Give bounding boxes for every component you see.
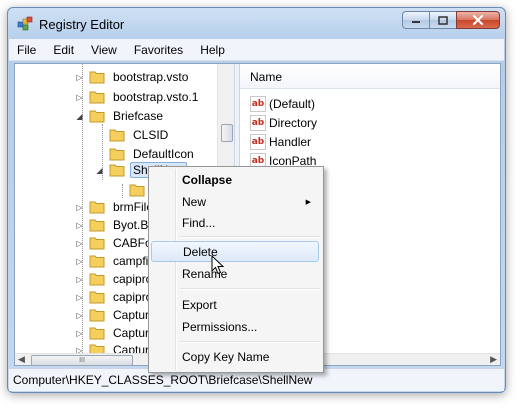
value-name: (Default) <box>269 96 316 111</box>
menu-item-copy-key-name[interactable]: Copy Key Name <box>151 346 319 367</box>
menu-item-new[interactable]: New ▶ <box>151 191 319 212</box>
close-button[interactable] <box>456 11 500 29</box>
value-row[interactable]: ab (Default) <box>250 94 315 113</box>
menu-help[interactable]: Help <box>192 43 234 57</box>
collapse-arrow-icon[interactable]: ◢ <box>95 166 104 175</box>
expand-arrow-icon[interactable]: ▷ <box>75 311 84 320</box>
value-row[interactable]: ab Directory <box>250 113 317 132</box>
minimize-icon <box>412 21 420 23</box>
value-name: Directory <box>269 115 318 130</box>
folder-icon <box>109 147 125 161</box>
expand-arrow-icon[interactable]: ▷ <box>75 239 84 248</box>
tree-item[interactable]: ▷ bootstrap.vsto <box>75 67 191 87</box>
folder-icon <box>89 218 105 232</box>
tree-scroll-thumb[interactable] <box>221 124 233 142</box>
expand-arrow-icon[interactable]: ▷ <box>75 275 84 284</box>
status-path: Computer\HKEY_CLASSES_ROOT\Briefcase\She… <box>13 373 313 387</box>
tree-item-label: Briefcase <box>113 109 164 123</box>
menu-item-collapse[interactable]: Collapse <box>151 169 319 190</box>
folder-icon <box>109 128 125 142</box>
tree-item-label: bootstrap.vsto.1 <box>113 90 199 104</box>
menu-item-permissions[interactable]: Permissions... <box>151 316 319 337</box>
expand-arrow-icon[interactable]: ▷ <box>75 73 84 82</box>
expand-arrow-icon[interactable]: ▷ <box>75 221 84 230</box>
folder-icon <box>89 200 105 214</box>
folder-icon <box>89 326 105 340</box>
tree-item-label: CLSID <box>133 128 169 142</box>
expand-arrow-icon[interactable]: ▷ <box>75 203 84 212</box>
registry-editor-icon <box>17 16 33 31</box>
folder-icon <box>89 109 105 123</box>
title-bar[interactable]: Registry Editor <box>8 8 505 38</box>
menu-separator <box>180 341 320 343</box>
tree-hscroll-thumb[interactable]: III <box>31 355 133 366</box>
string-value-icon: ab <box>250 133 266 150</box>
menu-item-rename[interactable]: Rename <box>151 263 319 284</box>
maximize-icon <box>438 15 448 25</box>
tree-item[interactable]: ◢ Briefcase <box>75 106 166 126</box>
window-title: Registry Editor <box>39 17 125 32</box>
folder-icon <box>89 90 105 104</box>
folder-icon <box>89 236 105 250</box>
menu-item-label: Find... <box>182 215 216 230</box>
menu-item-label: Export <box>182 297 217 312</box>
menu-item-label: Copy Key Name <box>182 349 270 364</box>
tree-item[interactable]: ▷ brmFile <box>75 197 156 217</box>
close-icon <box>472 15 484 25</box>
menu-item-delete[interactable]: Delete <box>151 241 319 262</box>
menu-file[interactable]: File <box>9 43 45 57</box>
column-header-label: Name <box>250 70 283 84</box>
tree-item-label: bootstrap.vsto <box>113 70 189 84</box>
tree-item[interactable]: CLSID <box>95 125 171 145</box>
folder-icon <box>89 308 105 322</box>
column-header-name[interactable]: Name <box>240 64 500 89</box>
expand-arrow-icon[interactable]: ▷ <box>75 346 84 354</box>
maximize-button[interactable] <box>429 11 456 29</box>
menu-favorites[interactable]: Favorites <box>126 43 192 57</box>
context-menu: Collapse New ▶ Find... Delete Rename Exp… <box>148 166 324 373</box>
collapse-arrow-icon[interactable]: ◢ <box>75 112 84 121</box>
folder-icon <box>89 272 105 286</box>
folder-icon <box>89 254 105 268</box>
scroll-right-arrow-icon[interactable]: ▶ <box>490 354 497 365</box>
expand-arrow-icon[interactable]: ▷ <box>75 329 84 338</box>
value-name: Handler <box>269 134 312 149</box>
menu-item-export[interactable]: Export <box>151 294 319 315</box>
expand-arrow-icon[interactable]: ▷ <box>75 93 84 102</box>
tree-item[interactable]: ▷ bootstrap.vsto.1 <box>75 87 201 107</box>
folder-icon <box>109 163 125 177</box>
submenu-arrow-icon: ▶ <box>305 198 311 206</box>
value-row[interactable]: ab Handler <box>250 132 311 151</box>
minimize-button[interactable] <box>402 11 429 29</box>
string-value-icon: ab <box>250 114 266 131</box>
folder-icon <box>89 70 105 84</box>
menu-separator <box>180 288 320 290</box>
menu-item-label: Permissions... <box>182 319 258 334</box>
mouse-cursor-icon <box>211 255 225 275</box>
caption-buttons <box>402 11 500 30</box>
folder-icon <box>89 343 105 353</box>
menu-view[interactable]: View <box>83 43 126 57</box>
menu-separator <box>180 236 320 238</box>
menu-item-label: New <box>182 194 207 209</box>
expand-arrow-icon[interactable]: ▷ <box>75 293 84 302</box>
string-value-icon: ab <box>250 95 266 112</box>
scroll-left-arrow-icon[interactable]: ◀ <box>18 354 25 365</box>
menu-item-find[interactable]: Find... <box>151 212 319 233</box>
folder-icon <box>129 183 145 197</box>
folder-icon <box>89 290 105 304</box>
expand-arrow-icon[interactable]: ▷ <box>75 257 84 266</box>
menu-item-label: Collapse <box>182 172 233 187</box>
menu-edit[interactable]: Edit <box>45 43 83 57</box>
menu-bar: File Edit View Favorites Help <box>9 39 504 61</box>
